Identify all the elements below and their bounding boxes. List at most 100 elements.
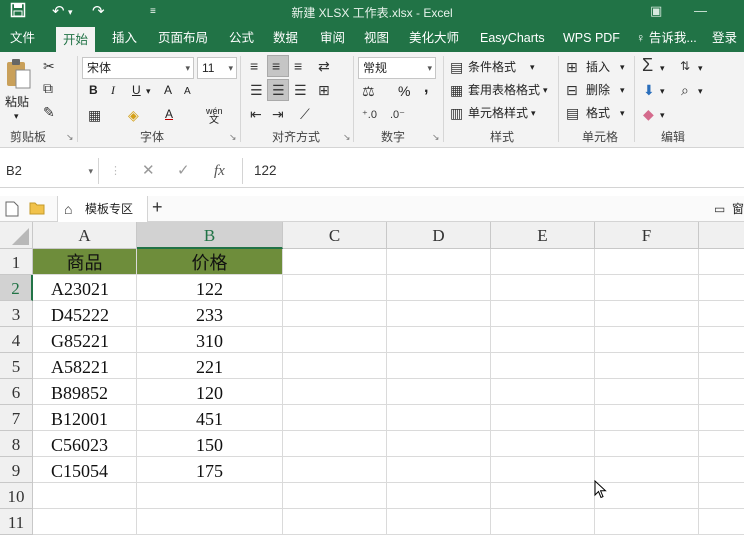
clipboard-launcher-icon[interactable]: ↘ (66, 132, 74, 143)
cell-e8[interactable] (491, 431, 595, 457)
formula-input[interactable]: 122 (254, 160, 277, 182)
underline-dropdown-icon[interactable]: ▾ (146, 83, 151, 99)
underline-button[interactable]: U (132, 82, 141, 98)
row-header-11[interactable]: 11 (0, 509, 33, 535)
tab-wps-pdf[interactable]: WPS PDF (563, 24, 620, 52)
cell-f11[interactable] (595, 509, 699, 535)
tab-view[interactable]: 视图 (364, 24, 389, 52)
row-header-6[interactable]: 6 (0, 379, 33, 405)
merge-center-icon[interactable]: ⊞ (318, 82, 330, 98)
cell-a8[interactable]: C56023 (33, 431, 137, 457)
cell-d1[interactable] (387, 249, 491, 275)
increase-decimal-icon[interactable]: ⁺.0 (362, 107, 377, 123)
cell-a10[interactable] (33, 483, 137, 509)
cell-e4[interactable] (491, 327, 595, 353)
cell-a11[interactable] (33, 509, 137, 535)
cell-b7[interactable]: 451 (137, 405, 283, 431)
bold-button[interactable]: B (89, 82, 98, 98)
cell-b9[interactable]: 175 (137, 457, 283, 483)
row-header-1[interactable]: 1 (0, 249, 33, 275)
column-header-g[interactable] (699, 222, 744, 249)
cell-b5[interactable]: 221 (137, 353, 283, 379)
align-bottom-icon[interactable]: ≡ (294, 58, 302, 74)
fill-icon[interactable]: ⬇ (643, 82, 655, 98)
font-launcher-icon[interactable]: ↘ (229, 132, 237, 143)
cell-b10[interactable] (137, 483, 283, 509)
cell-b11[interactable] (137, 509, 283, 535)
cell-g1[interactable] (699, 249, 744, 275)
column-header-f[interactable]: F (595, 222, 699, 249)
cell-d4[interactable] (387, 327, 491, 353)
increase-indent-icon[interactable]: ⇥ (272, 106, 284, 122)
number-format-select[interactable]: 常规 ▾ (358, 57, 436, 79)
cancel-icon[interactable]: ✕ (142, 162, 155, 180)
font-color-button[interactable]: A (165, 106, 173, 122)
cell-a6[interactable]: B89852 (33, 379, 137, 405)
align-left-icon[interactable]: ☰ (250, 82, 263, 98)
decrease-decimal-icon[interactable]: .0⁻ (390, 107, 405, 123)
cell-c6[interactable] (283, 379, 387, 405)
accounting-format-icon[interactable]: ⚖ (362, 83, 375, 99)
cell-g7[interactable] (699, 405, 744, 431)
delete-cells-button[interactable]: 删除 (586, 82, 610, 98)
row-header-8[interactable]: 8 (0, 431, 33, 457)
tab-easycharts[interactable]: EasyCharts (480, 24, 545, 52)
cell-b3[interactable]: 233 (137, 301, 283, 327)
cell-g5[interactable] (699, 353, 744, 379)
italic-button[interactable]: I (111, 82, 115, 98)
tab-page-layout[interactable]: 页面布局 (158, 24, 208, 52)
cell-a7[interactable]: B12001 (33, 405, 137, 431)
cell-b4[interactable]: 310 (137, 327, 283, 353)
cell-b2[interactable]: 122 (137, 275, 283, 301)
cell-c7[interactable] (283, 405, 387, 431)
cell-c10[interactable] (283, 483, 387, 509)
cut-icon[interactable]: ✂ (43, 58, 55, 74)
cell-c9[interactable] (283, 457, 387, 483)
cell-a4[interactable]: G85221 (33, 327, 137, 353)
font-name-select[interactable]: 宋体 ▾ (82, 57, 194, 79)
spreadsheet-grid[interactable]: A B C D E F 1 2 3 4 5 6 7 8 9 10 11 商品 价格 A23021 122 D45222 23… (0, 222, 744, 536)
cell-d6[interactable] (387, 379, 491, 405)
select-all-corner[interactable] (0, 222, 33, 249)
cell-g9[interactable] (699, 457, 744, 483)
tab-file[interactable]: 文件 (10, 24, 35, 52)
cell-f2[interactable] (595, 275, 699, 301)
cell-f4[interactable] (595, 327, 699, 353)
name-box[interactable]: B2 ▾ (0, 158, 99, 184)
cell-c5[interactable] (283, 353, 387, 379)
cell-a3[interactable]: D45222 (33, 301, 137, 327)
cell-f8[interactable] (595, 431, 699, 457)
tab-insert[interactable]: 插入 (112, 24, 137, 52)
cell-g11[interactable] (699, 509, 744, 535)
cell-e3[interactable] (491, 301, 595, 327)
cell-e11[interactable] (491, 509, 595, 535)
find-icon[interactable]: ⌕ (681, 82, 689, 98)
cell-a1[interactable]: 商品 (33, 249, 137, 275)
insert-cells-button[interactable]: 插入 (586, 59, 610, 75)
align-right-icon[interactable]: ☰ (294, 82, 307, 98)
fill-color-icon[interactable]: ◈ (128, 107, 139, 123)
decrease-indent-icon[interactable]: ⇤ (250, 106, 262, 122)
conditional-format-button[interactable]: 条件格式 (468, 59, 516, 75)
cell-c2[interactable] (283, 275, 387, 301)
cell-g3[interactable] (699, 301, 744, 327)
new-file-icon[interactable] (5, 201, 19, 220)
sort-filter-icon[interactable]: ⇅ (680, 58, 690, 74)
shrink-font-button[interactable]: A (184, 84, 191, 100)
tab-data[interactable]: 数据 (273, 24, 298, 52)
cell-g8[interactable] (699, 431, 744, 457)
cell-b6[interactable]: 120 (137, 379, 283, 405)
tab-formulas[interactable]: 公式 (229, 24, 254, 52)
add-tab-icon[interactable]: + (152, 198, 163, 216)
ribbon-display-icon[interactable]: ▣ (650, 2, 662, 20)
cell-g4[interactable] (699, 327, 744, 353)
login-link[interactable]: 登录 (712, 24, 737, 52)
row-header-9[interactable]: 9 (0, 457, 33, 483)
cell-d10[interactable] (387, 483, 491, 509)
font-size-select[interactable]: 11 ▾ (197, 57, 237, 79)
border-icon[interactable]: ▦ (88, 107, 101, 123)
format-cells-button[interactable]: 格式 (586, 105, 610, 121)
cell-d3[interactable] (387, 301, 491, 327)
comma-button[interactable]: , (424, 80, 428, 96)
autosum-icon[interactable]: Σ (642, 56, 653, 74)
